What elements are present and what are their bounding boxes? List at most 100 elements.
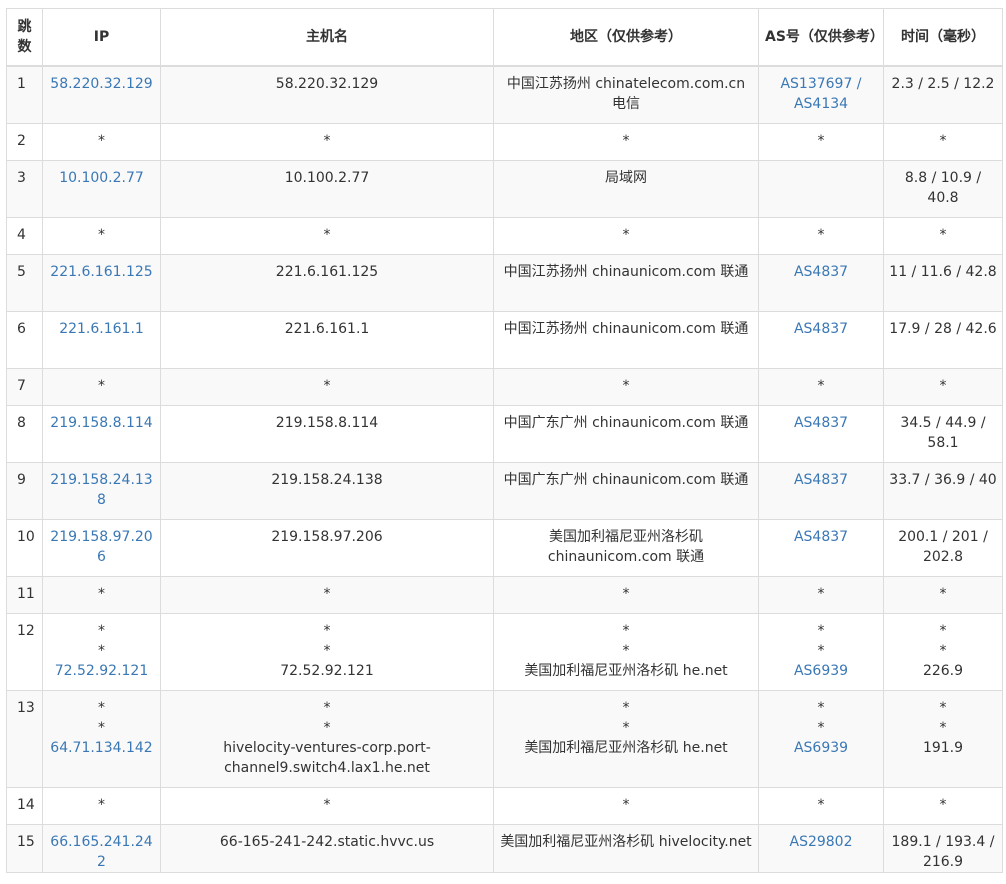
as-link[interactable]: AS4837 [763, 319, 879, 339]
ip-cell: 221.6.161.125 [42, 253, 161, 312]
ip-link[interactable]: 66.165.241.242 [47, 832, 156, 872]
as-text: * [817, 226, 825, 243]
ip-link[interactable]: 219.158.97.206 [47, 527, 156, 567]
time-text: * [939, 796, 947, 813]
hostname-cell: * [160, 575, 494, 614]
region-text: 中国广东广州 chinaunicom.com 联通 [503, 414, 749, 431]
hop-cell: 14 [6, 786, 43, 825]
ip-link[interactable]: 219.158.24.138 [47, 470, 156, 510]
as-cell: AS4837 [758, 518, 884, 577]
as-link[interactable]: AS4837 [763, 470, 879, 490]
hop-cell: 3 [6, 159, 43, 218]
table-row: 12 * * 72.52.92.121 * * 72.52.92.121 * * 美国加利福尼亚州… [6, 612, 1003, 691]
table-body: 1 58.220.32.129 58.220.32.129 中国江苏扬州 chinat… [6, 65, 1003, 873]
ip-cell: * * 72.52.92.121 [42, 612, 161, 691]
region-text: 美国加利福尼亚州洛杉矶 chinaunicom.com 联通 [547, 528, 705, 565]
time-text: 8.8 / 10.9 / 40.8 [904, 169, 982, 206]
ip-cell: 10.100.2.77 [42, 159, 161, 218]
hostname-cell: * [160, 122, 494, 161]
region-text: 中国广东广州 chinaunicom.com 联通 [503, 471, 749, 488]
time-cell: 33.7 / 36.9 / 40 [883, 461, 1003, 520]
as-cell: * [758, 367, 884, 406]
as-text: * [817, 377, 825, 394]
table-row: 10 219.158.97.206 219.158.97.206 美国加利福尼亚州洛杉… [6, 518, 1003, 577]
region-cell: 美国加利福尼亚州洛杉矶 hivelocity.net [493, 823, 759, 873]
traceroute-table: 跳数 IP 主机名 地区（仅供参考） AS号（仅供参考） 时间（毫秒） 1 58.… [6, 8, 1003, 873]
time-text: * [939, 132, 947, 149]
hop-cell: 15 [6, 823, 43, 873]
hop-cell: 2 [6, 122, 43, 161]
time-cell: * [883, 786, 1003, 825]
time-text: 33.7 / 36.9 / 40 [889, 471, 997, 488]
time-cell: * [883, 122, 1003, 161]
hop-cell: 9 [6, 461, 43, 520]
ip-link[interactable]: 10.100.2.77 [47, 168, 156, 188]
hostname-text: * [323, 642, 331, 659]
table-row: 9 219.158.24.138 219.158.24.138 中国广东广州 chin… [6, 461, 1003, 520]
time-cell: * [883, 216, 1003, 255]
table-row: 11 * * * * * [6, 575, 1003, 614]
region-cell: 中国广东广州 chinaunicom.com 联通 [493, 404, 759, 463]
ip-link[interactable]: 64.71.134.142 [47, 738, 156, 758]
ip-cell: * * 64.71.134.142 [42, 689, 161, 788]
as-cell: AS4837 [758, 404, 884, 463]
ip-text: * [98, 622, 105, 639]
region-cell: 中国江苏扬州 chinaunicom.com 联通 [493, 253, 759, 312]
hostname-text: * [323, 719, 331, 736]
ip-link[interactable]: 221.6.161.1 [47, 319, 156, 339]
ip-link[interactable]: 72.52.92.121 [47, 661, 156, 681]
as-text: * [817, 132, 825, 149]
ip-cell: 221.6.161.1 [42, 310, 161, 369]
as-link[interactable]: AS137697 / AS4134 [763, 74, 879, 114]
as-cell: AS137697 / AS4134 [758, 65, 884, 124]
table-row: 5 221.6.161.125 221.6.161.125 中国江苏扬州 chinau… [6, 253, 1003, 312]
region-cell: 中国江苏扬州 chinatelecom.com.cn 电信 [493, 65, 759, 124]
ip-cell: 219.158.8.114 [42, 404, 161, 463]
table-row: 14 * * * * * [6, 786, 1003, 825]
hostname-text: 219.158.8.114 [275, 414, 379, 431]
ip-text: * [98, 377, 105, 394]
time-text: 34.5 / 44.9 / 58.1 [900, 414, 986, 451]
hostname-text: 221.6.161.125 [275, 263, 379, 280]
hostname-cell: 221.6.161.1 [160, 310, 494, 369]
hostname-cell: 10.100.2.77 [160, 159, 494, 218]
region-text: 中国江苏扬州 chinaunicom.com 联通 [503, 320, 749, 337]
as-link[interactable]: AS6939 [763, 661, 879, 681]
ip-text: * [98, 699, 105, 716]
header-hop: 跳数 [6, 8, 43, 67]
as-text: * [817, 719, 825, 736]
time-text: 189.1 / 193.4 / 216.9 [891, 833, 995, 870]
time-text: * [939, 377, 947, 394]
region-text: * [622, 132, 630, 149]
time-cell: 17.9 / 28 / 42.6 [883, 310, 1003, 369]
as-link[interactable]: AS29802 [763, 832, 879, 852]
ip-link[interactable]: 58.220.32.129 [47, 74, 156, 94]
time-cell: 189.1 / 193.4 / 216.9 [883, 823, 1003, 873]
as-link[interactable]: AS6939 [763, 738, 879, 758]
region-text: 美国加利福尼亚州洛杉矶 hivelocity.net [500, 833, 752, 850]
as-link[interactable]: AS4837 [763, 413, 879, 433]
table-header-row: 跳数 IP 主机名 地区（仅供参考） AS号（仅供参考） 时间（毫秒） [6, 8, 1003, 67]
time-text: * [939, 585, 947, 602]
as-text: * [817, 699, 825, 716]
as-link[interactable]: AS4837 [763, 262, 879, 282]
time-cell: * [883, 367, 1003, 406]
as-text: * [817, 796, 825, 813]
region-cell: * * 美国加利福尼亚州洛杉矶 he.net [493, 689, 759, 788]
ip-text: * [98, 796, 105, 813]
ip-link[interactable]: 221.6.161.125 [47, 262, 156, 282]
hop-cell: 7 [6, 367, 43, 406]
as-cell: * * AS6939 [758, 689, 884, 788]
hop-cell: 4 [6, 216, 43, 255]
hostname-cell: 221.6.161.125 [160, 253, 494, 312]
hostname-cell: * [160, 367, 494, 406]
as-link[interactable]: AS4837 [763, 527, 879, 547]
ip-text: * [98, 585, 105, 602]
region-text: * [622, 226, 630, 243]
time-text: * [939, 622, 947, 639]
table-row: 6 221.6.161.1 221.6.161.1 中国江苏扬州 chinaunico… [6, 310, 1003, 369]
ip-link[interactable]: 219.158.8.114 [47, 413, 156, 433]
ip-text: * [98, 226, 105, 243]
ip-cell: * [42, 367, 161, 406]
table-row: 1 58.220.32.129 58.220.32.129 中国江苏扬州 chinat… [6, 65, 1003, 124]
